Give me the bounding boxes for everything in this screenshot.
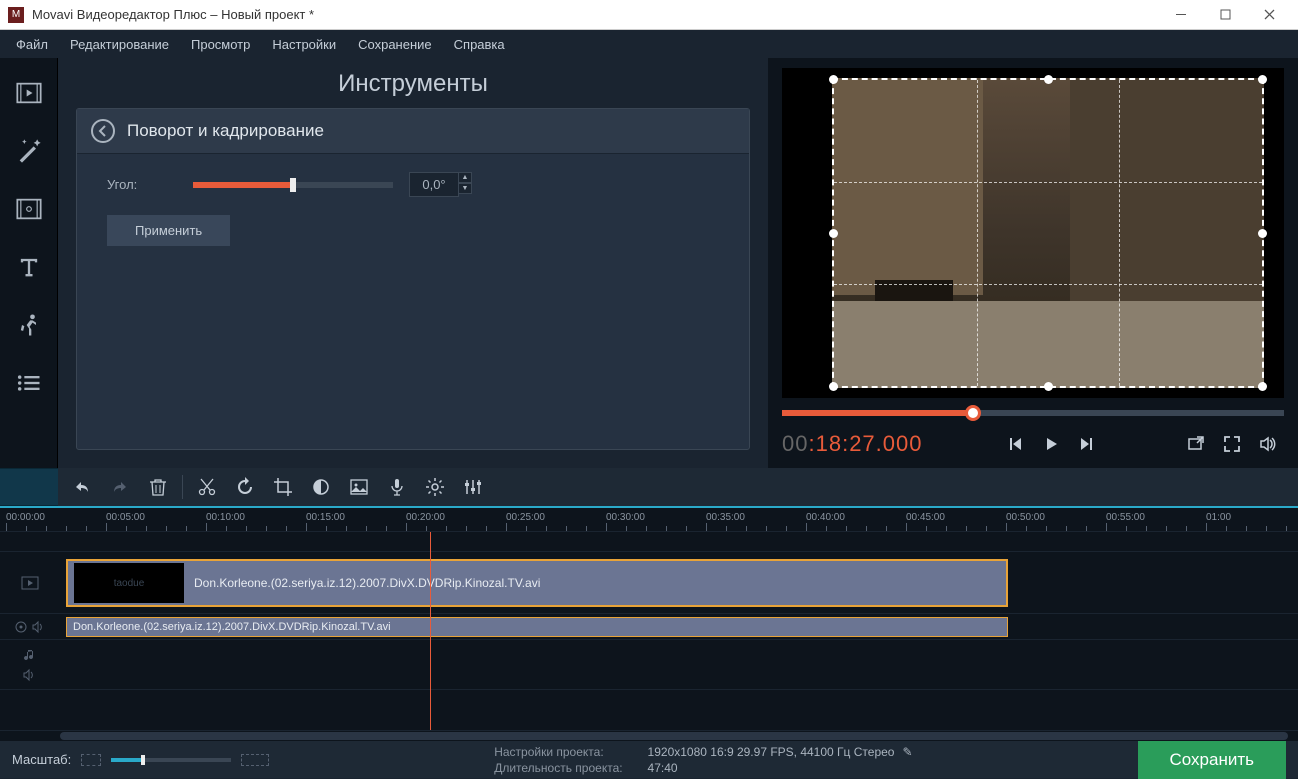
sidebar (0, 58, 58, 468)
menu-settings[interactable]: Настройки (262, 33, 346, 56)
statusbar: Масштаб: Настройки проекта: 1920x1080 16… (0, 740, 1298, 778)
ruler-label: 01:00 (1206, 512, 1231, 523)
save-button[interactable]: Сохранить (1138, 741, 1286, 779)
angle-slider[interactable] (193, 182, 393, 188)
preview-canvas[interactable] (782, 68, 1284, 398)
ruler-label: 00:15:00 (306, 512, 345, 523)
image-button[interactable] (341, 472, 377, 502)
playhead[interactable] (430, 532, 431, 730)
cut-button[interactable] (189, 472, 225, 502)
ruler-label: 00:45:00 (906, 512, 945, 523)
maximize-button[interactable] (1206, 1, 1246, 29)
menu-file[interactable]: Файл (6, 33, 58, 56)
video-track[interactable]: taodue Don.Korleone.(02.seriya.iz.12).20… (60, 552, 1298, 614)
timecode: 00:18:27.000 (782, 431, 922, 458)
undo-button[interactable] (64, 472, 100, 502)
audio-clip-name: Don.Korleone.(02.seriya.iz.12).2007.DivX… (73, 621, 391, 633)
video-clip-name: Don.Korleone.(02.seriya.iz.12).2007.DivX… (194, 576, 540, 590)
sidebar-transitions-icon[interactable] (8, 188, 50, 230)
edit-settings-icon[interactable]: ✎ (902, 745, 912, 759)
panel-subtitle: Поворот и кадрирование (127, 121, 324, 141)
ruler-label: 00:40:00 (806, 512, 845, 523)
rotate-button[interactable] (227, 472, 263, 502)
timeline-tracks: taodue Don.Korleone.(02.seriya.iz.12).20… (0, 532, 1298, 730)
project-settings-value: 1920x1080 16:9 29.97 FPS, 44100 Гц Стере… (648, 745, 895, 759)
tools-panel: Инструменты Поворот и кадрирование Угол:… (58, 58, 768, 468)
detach-icon[interactable] (1180, 430, 1212, 458)
fullscreen-icon[interactable] (1216, 430, 1248, 458)
back-button[interactable] (91, 119, 115, 143)
angle-step-down[interactable]: ▼ (458, 183, 472, 194)
seek-bar[interactable] (782, 410, 1284, 416)
toolstrip (0, 468, 1298, 506)
ruler-label: 00:30:00 (606, 512, 645, 523)
redo-button[interactable] (102, 472, 138, 502)
ruler-label: 00:35:00 (706, 512, 745, 523)
crop-frame[interactable] (832, 78, 1264, 388)
sidebar-motion-icon[interactable] (8, 304, 50, 346)
menu-save[interactable]: Сохранение (348, 33, 442, 56)
menubar: Файл Редактирование Просмотр Настройки С… (0, 30, 1298, 58)
play-button[interactable] (1035, 430, 1067, 458)
apply-button[interactable]: Применить (107, 215, 230, 246)
zoom-out-icon[interactable] (81, 754, 101, 766)
music-track-icon[interactable] (0, 640, 60, 690)
project-settings-label: Настройки проекта: (494, 745, 644, 759)
prev-button[interactable] (999, 430, 1031, 458)
app-icon: M (8, 7, 24, 23)
ruler-label: 00:00:00 (6, 512, 45, 523)
equalizer-button[interactable] (455, 472, 491, 502)
gear-button[interactable] (417, 472, 453, 502)
mic-button[interactable] (379, 472, 415, 502)
ruler-label: 00:10:00 (206, 512, 245, 523)
sidebar-magic-icon[interactable] (8, 130, 50, 172)
zoom-in-icon[interactable] (241, 754, 269, 766)
audio-clip[interactable]: Don.Korleone.(02.seriya.iz.12).2007.DivX… (66, 617, 1008, 637)
audio-track-icon[interactable] (0, 614, 60, 640)
ruler-label: 00:05:00 (106, 512, 145, 523)
next-button[interactable] (1071, 430, 1103, 458)
timeline: 00:00:00 00:05:00 00:10:00 00:15:00 00:20:00… (0, 506, 1298, 740)
window-title: Movavi Видеоредактор Плюс – Новый проект… (32, 7, 314, 22)
angle-label: Угол: (107, 177, 177, 192)
duration-value: 47:40 (648, 761, 678, 775)
volume-icon[interactable] (1252, 430, 1284, 458)
duration-label: Длительность проекта: (494, 761, 644, 775)
ruler-label: 00:50:00 (1006, 512, 1045, 523)
menu-help[interactable]: Справка (444, 33, 515, 56)
timeline-ruler[interactable]: 00:00:00 00:05:00 00:10:00 00:15:00 00:20:00… (0, 508, 1298, 532)
sidebar-more-icon[interactable] (8, 362, 50, 404)
sidebar-text-icon[interactable] (8, 246, 50, 288)
close-button[interactable] (1250, 1, 1290, 29)
zoom-label: Масштаб: (12, 752, 71, 767)
preview-panel: 00:18:27.000 (768, 58, 1298, 468)
ruler-label: 00:20:00 (406, 512, 445, 523)
music-track[interactable] (60, 640, 1298, 690)
video-track-icon[interactable] (0, 552, 60, 614)
delete-button[interactable] (140, 472, 176, 502)
sidebar-media-icon[interactable] (8, 72, 50, 114)
ruler-label: 00:25:00 (506, 512, 545, 523)
angle-step-up[interactable]: ▲ (458, 172, 472, 183)
minimize-button[interactable] (1162, 1, 1202, 29)
audio-track[interactable]: Don.Korleone.(02.seriya.iz.12).2007.DivX… (60, 614, 1298, 640)
ruler-label: 00:55:00 (1106, 512, 1145, 523)
color-button[interactable] (303, 472, 339, 502)
video-clip[interactable]: taodue Don.Korleone.(02.seriya.iz.12).20… (66, 559, 1008, 607)
menu-edit[interactable]: Редактирование (60, 33, 179, 56)
zoom-slider[interactable] (111, 758, 231, 762)
menu-view[interactable]: Просмотр (181, 33, 260, 56)
panel-title: Инструменты (76, 70, 750, 98)
crop-button[interactable] (265, 472, 301, 502)
titlebar: M Movavi Видеоредактор Плюс – Новый прое… (0, 0, 1298, 30)
timeline-scrollbar[interactable] (0, 730, 1298, 740)
angle-value[interactable]: 0,0° (409, 172, 459, 197)
clip-thumbnail: taodue (74, 563, 184, 603)
